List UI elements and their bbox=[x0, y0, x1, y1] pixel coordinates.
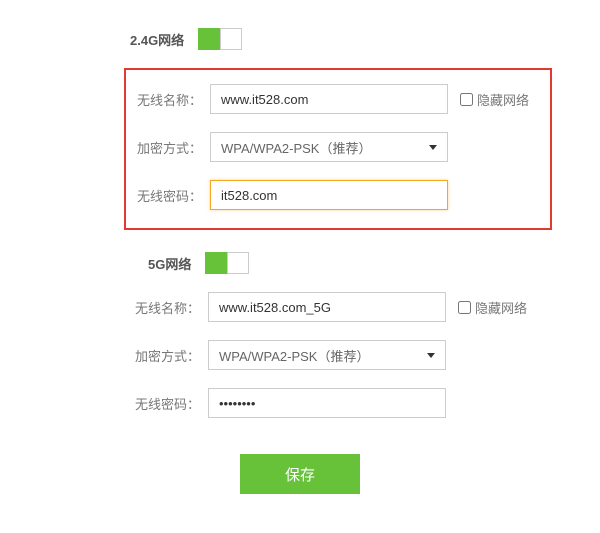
ssid-label: 无线名称： bbox=[130, 298, 200, 317]
enc-value: WPA/WPA2-PSK（推荐） bbox=[221, 138, 371, 157]
hide-label: 隐藏网络 bbox=[475, 298, 527, 317]
band24-hide-network[interactable]: 隐藏网络 bbox=[460, 90, 529, 109]
band24-hide-checkbox[interactable] bbox=[460, 93, 473, 106]
chevron-down-icon bbox=[427, 353, 435, 358]
pwd-label: 无线密码： bbox=[130, 394, 200, 413]
chevron-down-icon bbox=[429, 145, 437, 150]
band5-header: 5G网络 bbox=[148, 252, 600, 274]
band24-enc-row: 加密方式： WPA/WPA2-PSK（推荐） bbox=[126, 132, 550, 162]
band5-encryption-select[interactable]: WPA/WPA2-PSK（推荐） bbox=[208, 340, 446, 370]
band5-hide-network[interactable]: 隐藏网络 bbox=[458, 298, 527, 317]
band24-toggle[interactable] bbox=[198, 28, 242, 50]
band24-title: 2.4G网络 bbox=[130, 30, 184, 49]
band5-password-input[interactable] bbox=[208, 388, 446, 418]
save-button[interactable]: 保存 bbox=[240, 454, 360, 494]
band5-enc-row: 加密方式： WPA/WPA2-PSK（推荐） bbox=[0, 340, 600, 370]
enc-label: 加密方式： bbox=[132, 138, 202, 157]
band5-toggle[interactable] bbox=[205, 252, 249, 274]
band24-header: 2.4G网络 bbox=[130, 28, 600, 50]
band5-title: 5G网络 bbox=[148, 254, 191, 273]
hide-label: 隐藏网络 bbox=[477, 90, 529, 109]
band24-password-input[interactable] bbox=[210, 180, 448, 210]
save-row: 保存 bbox=[0, 454, 600, 494]
enc-value: WPA/WPA2-PSK（推荐） bbox=[219, 346, 369, 365]
band24-ssid-row: 无线名称： 隐藏网络 bbox=[126, 84, 550, 114]
band5-ssid-input[interactable] bbox=[208, 292, 446, 322]
band5-hide-checkbox[interactable] bbox=[458, 301, 471, 314]
band24-config-box: 无线名称： 隐藏网络 加密方式： WPA/WPA2-PSK（推荐） 无线密码： bbox=[124, 68, 552, 230]
band24-ssid-input[interactable] bbox=[210, 84, 448, 114]
band5-pwd-row: 无线密码： bbox=[0, 388, 600, 418]
pwd-label: 无线密码： bbox=[132, 186, 202, 205]
band24-pwd-row: 无线密码： bbox=[126, 180, 550, 210]
band24-encryption-select[interactable]: WPA/WPA2-PSK（推荐） bbox=[210, 132, 448, 162]
enc-label: 加密方式： bbox=[130, 346, 200, 365]
ssid-label: 无线名称： bbox=[132, 90, 202, 109]
band5-ssid-row: 无线名称： 隐藏网络 bbox=[0, 292, 600, 322]
